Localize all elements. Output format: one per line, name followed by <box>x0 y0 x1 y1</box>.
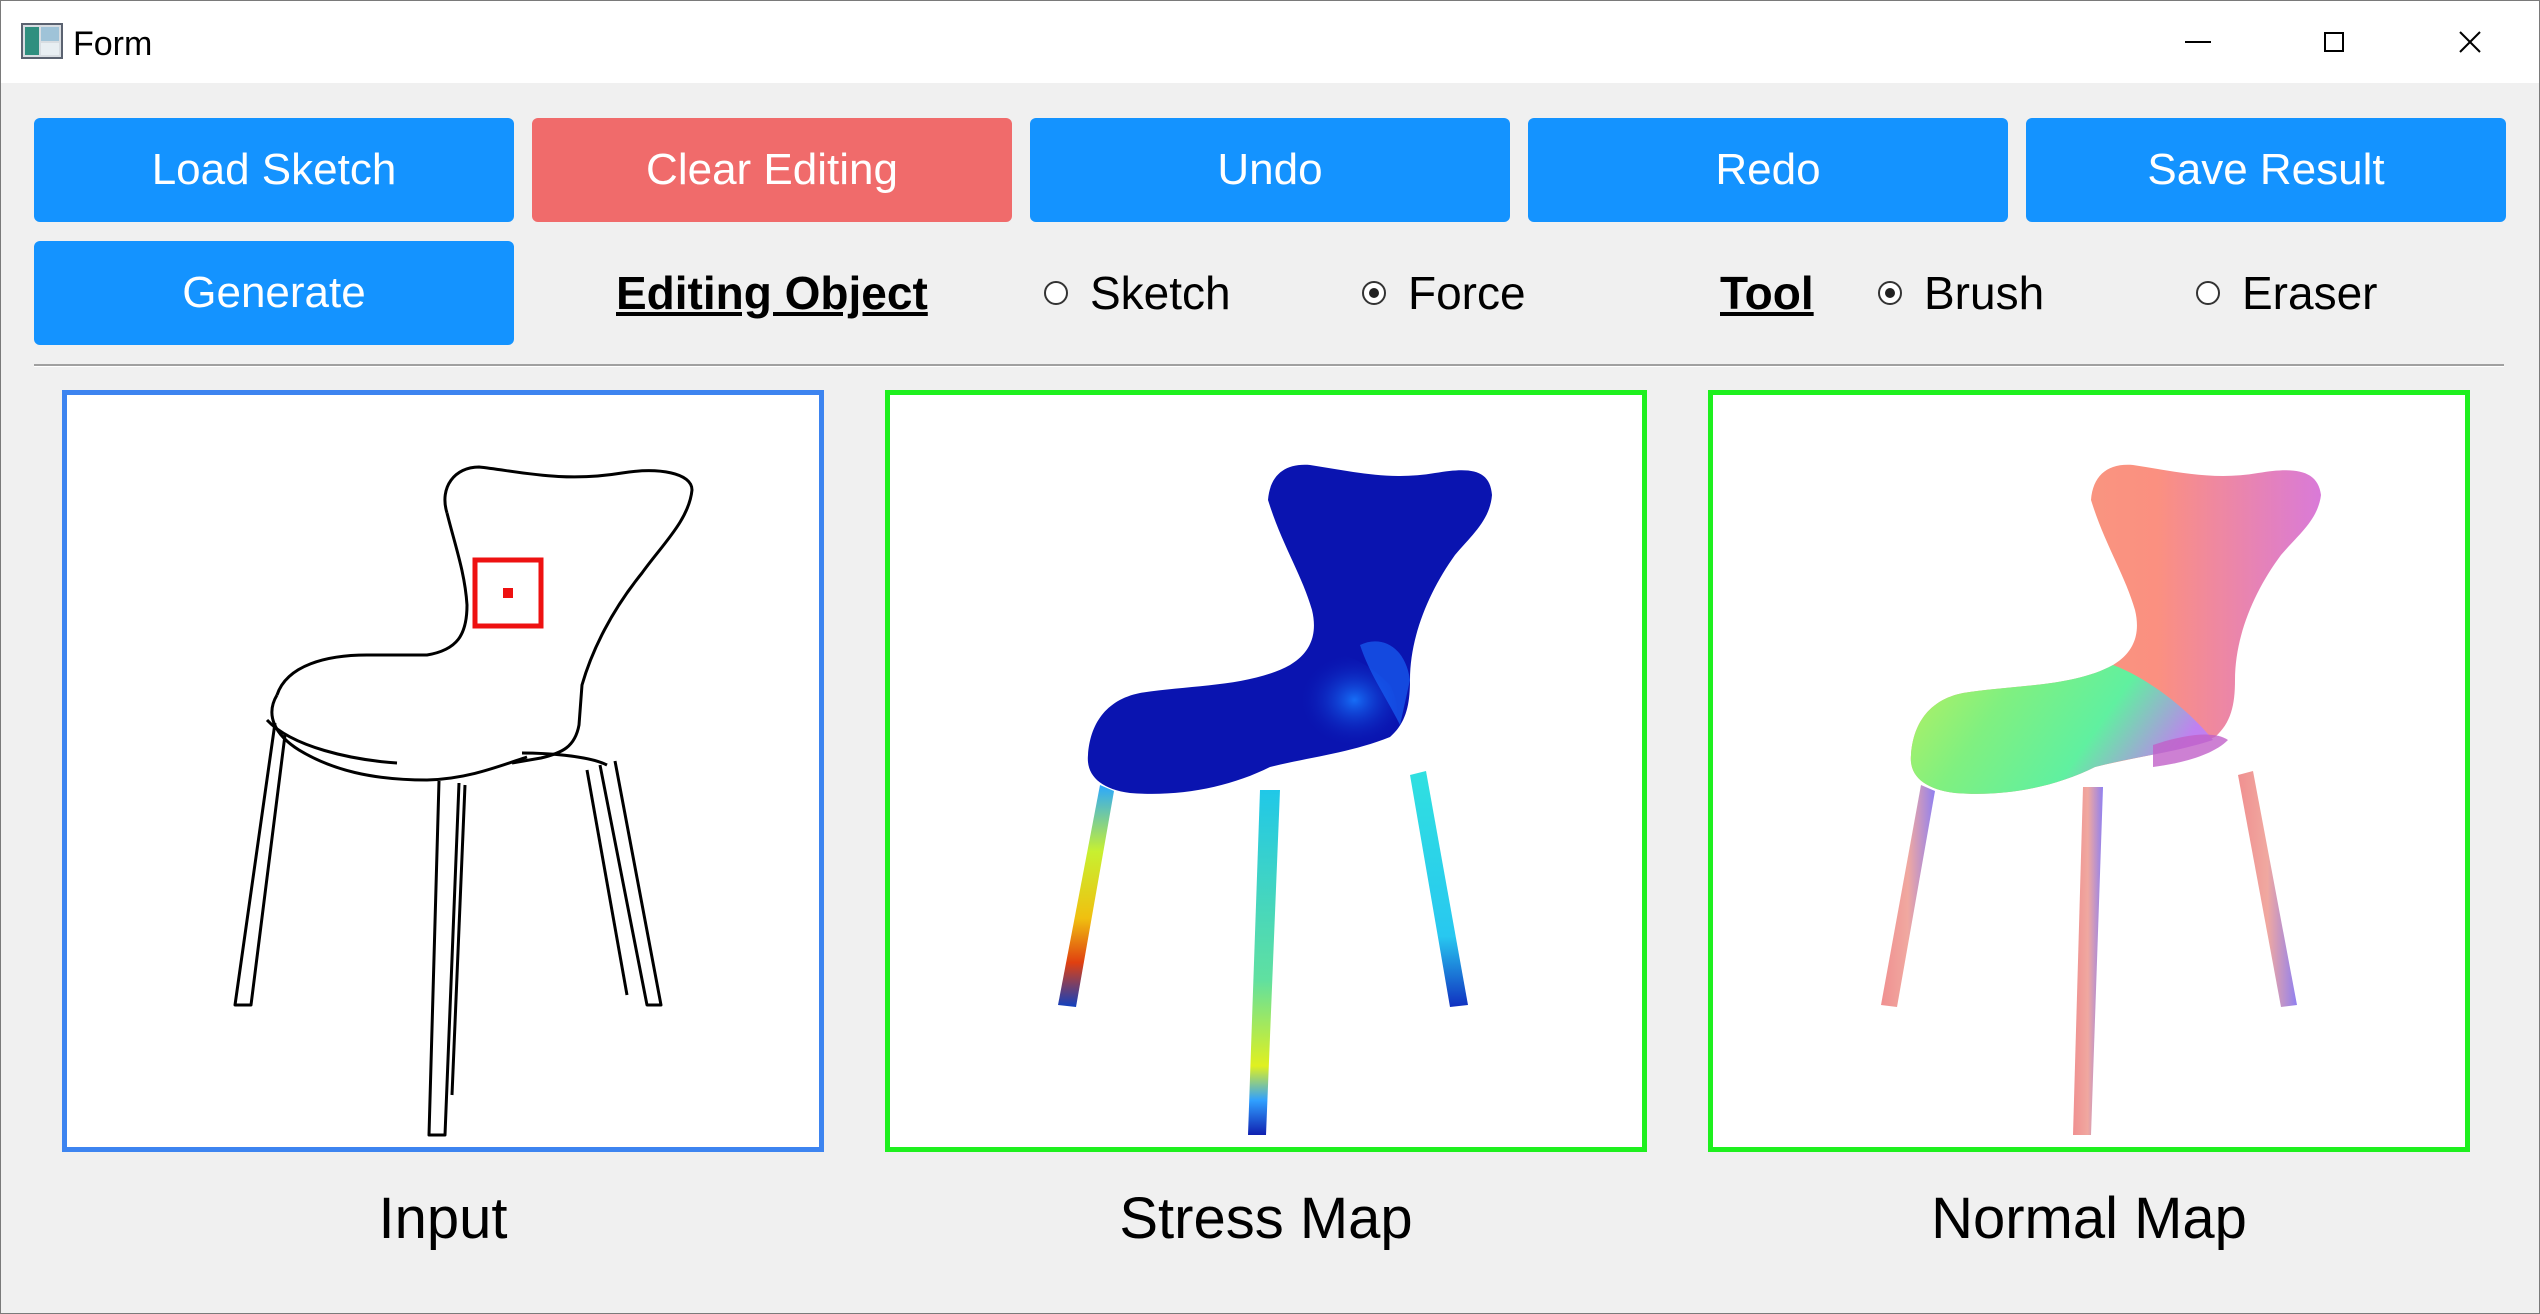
tool-label: Tool <box>1720 267 1814 319</box>
radio-sketch-label: Sketch <box>1090 267 1231 319</box>
stress-map-view <box>885 390 1647 1152</box>
maximize-icon <box>2324 32 2344 52</box>
title-bar[interactable]: Form <box>1 1 2539 83</box>
radio-brush-label: Brush <box>1924 267 2045 319</box>
radio-eraser[interactable]: Eraser <box>2196 265 2377 321</box>
undo-button[interactable]: Undo <box>1030 118 1510 222</box>
chair-sketch-image <box>233 465 694 1137</box>
normal-map-image <box>1881 464 2321 1135</box>
radio-brush[interactable]: Brush <box>1878 265 2044 321</box>
radio-force-label: Force <box>1408 267 1526 319</box>
close-button[interactable] <box>2401 1 2539 83</box>
stress-map-image <box>1058 464 1492 1135</box>
separator-line <box>34 364 2504 367</box>
window-title: Form <box>73 25 153 63</box>
input-canvas[interactable] <box>62 390 824 1152</box>
generate-button[interactable]: Generate <box>34 241 514 345</box>
normal-map-view <box>1708 390 2470 1152</box>
close-icon <box>2459 31 2481 53</box>
stress-map-caption: Stress Map <box>1119 1186 1413 1251</box>
redo-button[interactable]: Redo <box>1528 118 2008 222</box>
radio-sketch[interactable]: Sketch <box>1044 265 1231 321</box>
radio-eraser-label: Eraser <box>2242 267 2378 319</box>
maximize-button[interactable] <box>2265 1 2403 83</box>
minimize-button[interactable] <box>2129 1 2267 83</box>
app-icon <box>21 23 63 59</box>
input-caption: Input <box>378 1186 508 1251</box>
minimize-icon <box>2185 41 2211 43</box>
radio-checked-icon <box>1362 281 1386 305</box>
normal-map-caption: Normal Map <box>1931 1186 2247 1251</box>
radio-force[interactable]: Force <box>1362 265 1526 321</box>
radio-checked-icon <box>1878 281 1902 305</box>
clear-editing-button[interactable]: Clear Editing <box>532 118 1012 222</box>
radio-unchecked-icon <box>2196 281 2220 305</box>
load-sketch-button[interactable]: Load Sketch <box>34 118 514 222</box>
editing-object-label: Editing Object <box>616 267 928 319</box>
radio-unchecked-icon <box>1044 281 1068 305</box>
save-result-button[interactable]: Save Result <box>2026 118 2506 222</box>
